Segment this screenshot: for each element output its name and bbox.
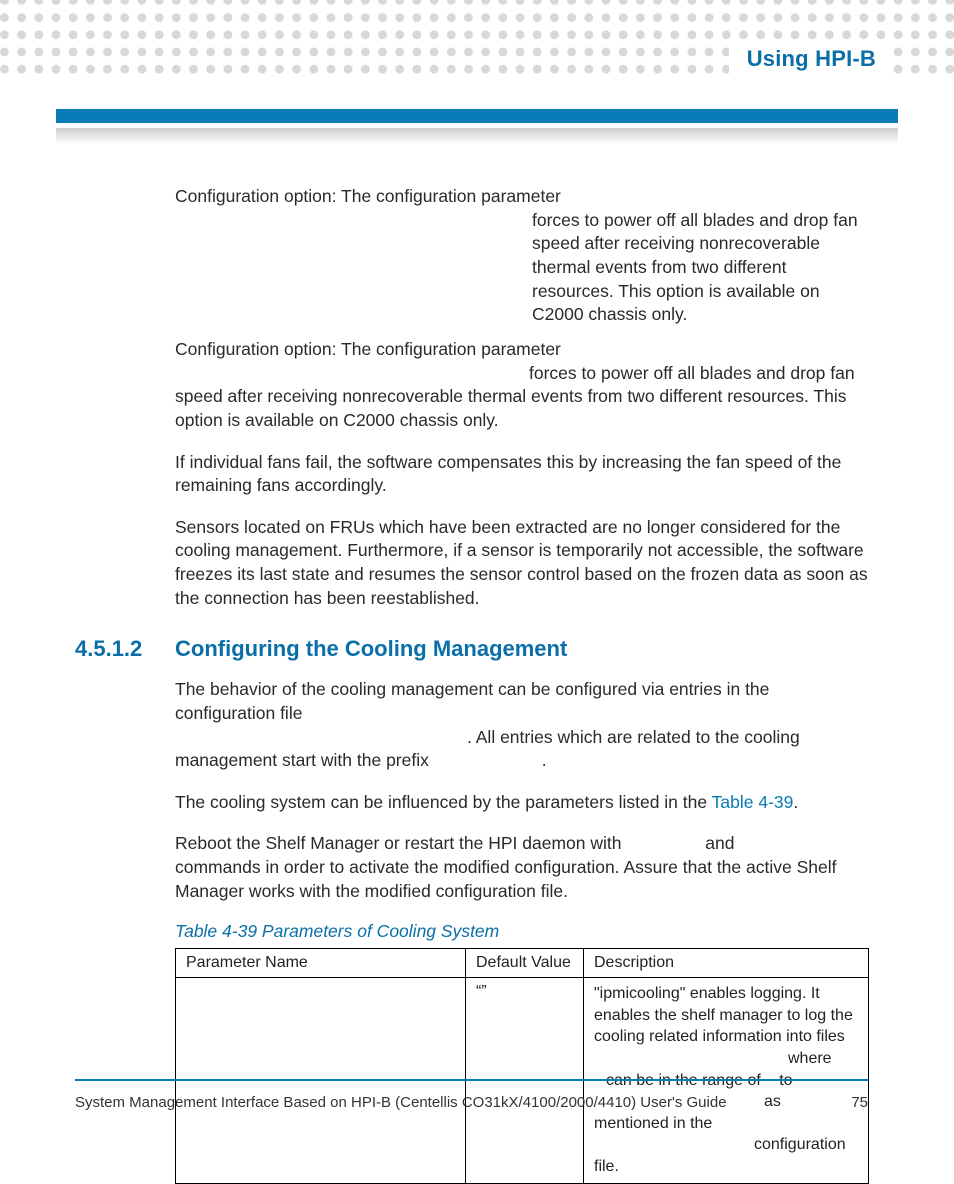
section-heading: 4.5.1.2 Configuring the Cooling Manageme… [75,636,869,662]
cross-reference-link[interactable]: Table 4-39 [712,792,794,812]
body-text: . [793,792,798,812]
footer-doc-title: System Management Interface Based on HPI… [75,1094,727,1111]
body-text: forces to power off all blades and drop … [529,363,855,383]
table-caption: Table 4-39 Parameters of Cooling System [175,921,869,942]
footer-page-number: 75 [851,1094,868,1111]
body-text: The behavior of the cooling management c… [175,679,769,723]
content-area: Configuration option: The configuration … [75,185,869,1055]
body-text: commands in order to activate the modifi… [175,857,836,901]
page: Using HPI-B Configuration option: The co… [0,0,954,1145]
body-text: "ipmicooling" enables logging. It enable… [594,985,853,1045]
paragraph: Configuration option: The configuration … [175,338,869,433]
footer-rule [75,1079,868,1081]
body-text: speed after receiving nonrecoverable the… [175,386,847,430]
running-header-box: Using HPI-B [729,40,890,78]
body-text: forces to power off all blades and drop … [532,209,869,327]
header-rule [56,109,898,123]
body-text: configuration file. [594,1136,846,1175]
section-body: The behavior of the cooling management c… [175,678,869,903]
page-footer: System Management Interface Based on HPI… [75,1094,868,1111]
running-header-title: Using HPI-B [747,46,876,72]
header-rule-shadow [56,128,898,144]
paragraph: Reboot the Shelf Manager or restart the … [175,832,869,903]
body-text: where [788,1050,832,1067]
table-header-cell: Description [584,949,869,978]
body-text: Reboot the Shelf Manager or restart the … [175,833,622,853]
body-text: . [542,750,547,770]
table-header-cell: Parameter Name [176,949,466,978]
table-header-cell: Default Value [466,949,584,978]
parameters-table: Parameter Name Default Value Description… [175,948,869,1183]
body-text: and [705,833,734,853]
paragraph: The behavior of the cooling management c… [175,678,869,773]
paragraph: If individual fans fail, the software co… [175,451,869,498]
paragraph: The cooling system can be influenced by … [175,791,869,815]
intro-block: Configuration option: The configuration … [175,338,869,610]
body-text: The cooling system can be influenced by … [175,792,712,812]
paragraph: Configuration option: The configuration … [175,185,869,327]
body-text: Configuration option: The configuration … [175,186,561,206]
body-text: Configuration option: The configuration … [175,339,561,359]
section-number: 4.5.1.2 [75,636,142,662]
paragraph: Sensors located on FRUs which have been … [175,516,869,611]
body-text: . All entries which are related to the c… [175,727,800,771]
section-title: Configuring the Cooling Management [175,636,869,662]
table-header-row: Parameter Name Default Value Description [176,949,869,978]
